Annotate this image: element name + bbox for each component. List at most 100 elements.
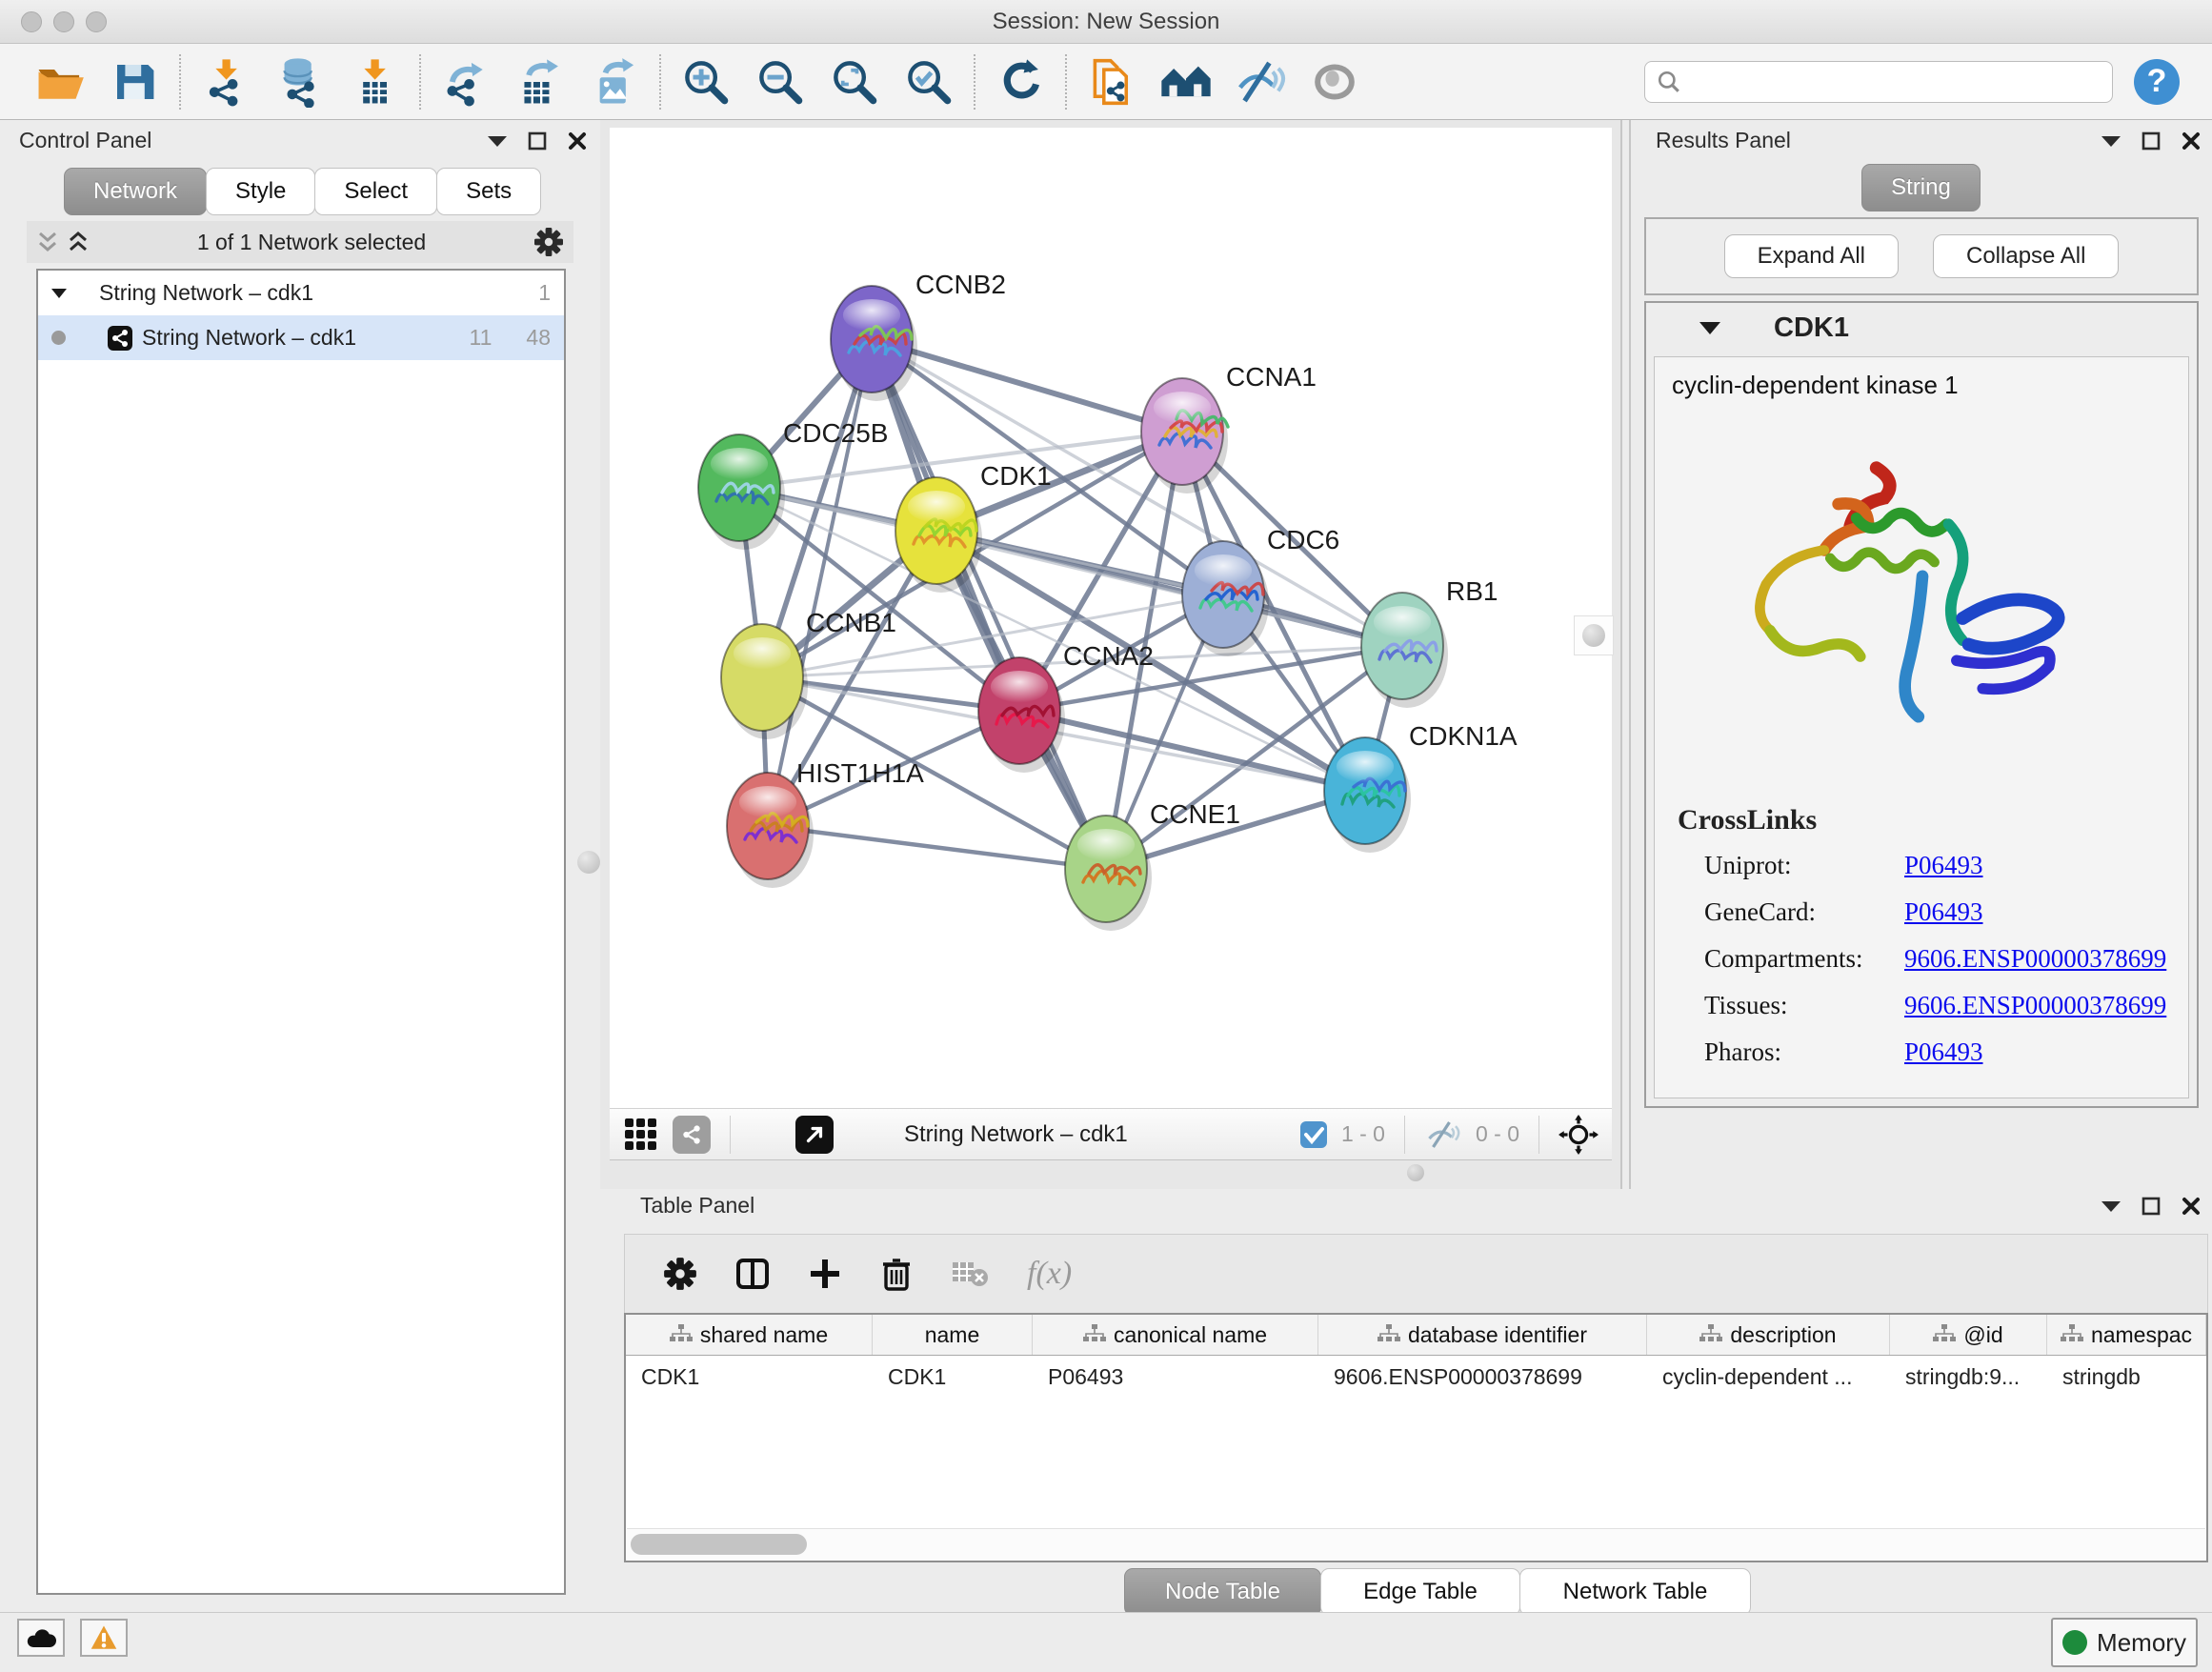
tab-network-table[interactable]: Network Table (1519, 1568, 1751, 1616)
float-panel-icon[interactable] (528, 131, 547, 151)
tab-style[interactable]: Style (206, 168, 315, 215)
tab-string[interactable]: String (1861, 164, 1981, 212)
eye-icon (1311, 58, 1358, 106)
left-splitter-handle[interactable] (570, 843, 608, 881)
apply-layout-button[interactable] (983, 50, 1057, 113)
tab-edge-table[interactable]: Edge Table (1320, 1568, 1520, 1616)
control-panel: Control Panel NetworkStyleSelectSets 1 o… (0, 120, 601, 1612)
tab-network[interactable]: Network (64, 168, 207, 215)
crosslink-link[interactable]: 9606.ENSP00000378699 (1904, 944, 2166, 974)
collapse-panel-icon[interactable] (2101, 1199, 2121, 1213)
column-type-icon (1083, 1324, 1106, 1345)
collapse-panel-icon[interactable] (488, 134, 507, 148)
detach-view-button[interactable] (795, 1116, 834, 1154)
column-header[interactable]: database identifier (1318, 1315, 1647, 1355)
column-header[interactable]: description (1647, 1315, 1890, 1355)
network-view-icon-button[interactable] (673, 1116, 711, 1154)
export-table-button[interactable] (503, 50, 577, 113)
hide-selected-button[interactable] (1223, 50, 1297, 113)
birdseye-grid-icon[interactable] (623, 1117, 659, 1153)
network-row[interactable]: String Network – cdk1 11 48 (38, 315, 564, 360)
column-header[interactable]: @id (1890, 1315, 2047, 1355)
column-header[interactable]: name (873, 1315, 1033, 1355)
svg-text:CCNB2: CCNB2 (915, 270, 1006, 299)
column-header[interactable]: namespac (2047, 1315, 2206, 1355)
table-cell[interactable]: P06493 (1033, 1364, 1318, 1390)
tab-sets[interactable]: Sets (436, 168, 541, 215)
add-column-icon[interactable] (808, 1257, 842, 1291)
toolbar-search[interactable] (1644, 61, 2113, 103)
crosslink-link[interactable]: 9606.ENSP00000378699 (1904, 991, 2166, 1020)
expand-all-tree-icon[interactable] (67, 231, 90, 253)
gene-section-header[interactable]: CDK1 (1646, 303, 2197, 353)
expand-all-button[interactable]: Expand All (1724, 234, 1899, 278)
tab-node-table[interactable]: Node Table (1124, 1568, 1321, 1616)
memory-button[interactable]: Memory (2051, 1618, 2198, 1667)
new-network-from-selection-button[interactable] (1075, 50, 1149, 113)
table-options-gear-icon[interactable] (663, 1257, 697, 1291)
float-panel-icon[interactable] (2142, 1197, 2161, 1216)
import-table-button[interactable] (337, 50, 412, 113)
section-expander-icon[interactable] (1699, 321, 1720, 335)
collapse-panel-icon[interactable] (2101, 134, 2121, 148)
horizontal-splitter-handle[interactable] (1407, 1164, 1424, 1181)
export-network-button[interactable] (429, 50, 503, 113)
tab-select[interactable]: Select (314, 168, 437, 215)
table-header-row: shared namenamecanonical namedatabase id… (626, 1315, 2206, 1356)
splitter-collapse-handle[interactable] (1574, 615, 1614, 655)
zoom-fit-button[interactable] (817, 50, 892, 113)
warnings-button[interactable] (80, 1619, 128, 1657)
table-row[interactable]: CDK1CDK1P064939606.ENSP00000378699cyclin… (626, 1356, 2206, 1398)
network-canvas[interactable]: CCNB2CCNA1CDC25BCDK1CDC6RB1CCNB1CCNA2CDK… (610, 128, 1612, 1108)
export-image-button[interactable] (577, 50, 652, 113)
table-cell[interactable]: CDK1 (873, 1364, 1033, 1390)
scrollbar-thumb[interactable] (631, 1534, 807, 1555)
zoom-in-button[interactable] (669, 50, 743, 113)
zoom-selected-button[interactable] (892, 50, 966, 113)
first-neighbors-button[interactable] (1149, 50, 1223, 113)
import-network-database-button[interactable] (263, 50, 337, 113)
function-builder-button[interactable]: f(x) (1027, 1256, 1072, 1292)
close-panel-icon[interactable] (2182, 131, 2201, 151)
zoom-out-button[interactable] (743, 50, 817, 113)
search-input[interactable] (1691, 69, 2101, 95)
tree-expander-icon[interactable] (51, 288, 67, 299)
float-panel-icon[interactable] (2142, 131, 2161, 151)
crosslink-link[interactable]: P06493 (1904, 1037, 1983, 1067)
column-header[interactable]: canonical name (1033, 1315, 1318, 1355)
pan-crosshair-icon[interactable] (1558, 1115, 1599, 1155)
import-network-file-button[interactable] (189, 50, 263, 113)
help-button[interactable]: ? (2134, 59, 2180, 105)
open-session-button[interactable] (23, 50, 97, 113)
close-panel-icon[interactable] (568, 131, 587, 151)
window-title: Session: New Session (0, 9, 2212, 35)
crosslink-link[interactable]: P06493 (1904, 897, 1983, 927)
crosslink-link[interactable]: P06493 (1904, 851, 1983, 880)
save-session-button[interactable] (97, 50, 171, 113)
delete-trash-icon[interactable] (880, 1256, 913, 1292)
network-edge-count: 48 (526, 325, 551, 351)
gene-details: cyclin-dependent kinase 1 CrossLinks Uni… (1654, 356, 2189, 1098)
collapse-all-tree-icon[interactable] (36, 231, 59, 253)
zoom-in-icon (680, 56, 732, 108)
vertical-splitter[interactable] (1620, 120, 1631, 1189)
table-cell[interactable]: 9606.ENSP00000378699 (1318, 1364, 1647, 1390)
network-collection-row[interactable]: String Network – cdk1 1 (38, 271, 564, 315)
show-all-button[interactable] (1297, 50, 1372, 113)
table-cell[interactable]: stringdb:9... (1890, 1364, 2047, 1390)
cloud-status-button[interactable] (17, 1619, 65, 1657)
table-horizontal-scrollbar[interactable] (627, 1528, 2205, 1560)
column-header[interactable]: shared name (626, 1315, 873, 1355)
show-columns-icon[interactable] (735, 1257, 770, 1291)
table-cell[interactable]: cyclin-dependent ... (1647, 1364, 1890, 1390)
crosslink-row: Compartments: 9606.ENSP00000378699 (1655, 936, 2188, 982)
crosslink-row: Uniprot: P06493 (1655, 842, 2188, 889)
table-cell[interactable]: stringdb (2047, 1364, 2206, 1390)
network-graph[interactable]: CCNB2CCNA1CDC25BCDK1CDC6RB1CCNB1CCNA2CDK… (610, 128, 1612, 1108)
collapse-all-button[interactable]: Collapse All (1933, 234, 2119, 278)
network-options-gear-icon[interactable] (533, 227, 564, 257)
table-cell[interactable]: CDK1 (626, 1364, 873, 1390)
export-network-icon (441, 57, 491, 107)
close-panel-icon[interactable] (2182, 1197, 2201, 1216)
selected-checkbox-icon[interactable] (1299, 1120, 1328, 1149)
